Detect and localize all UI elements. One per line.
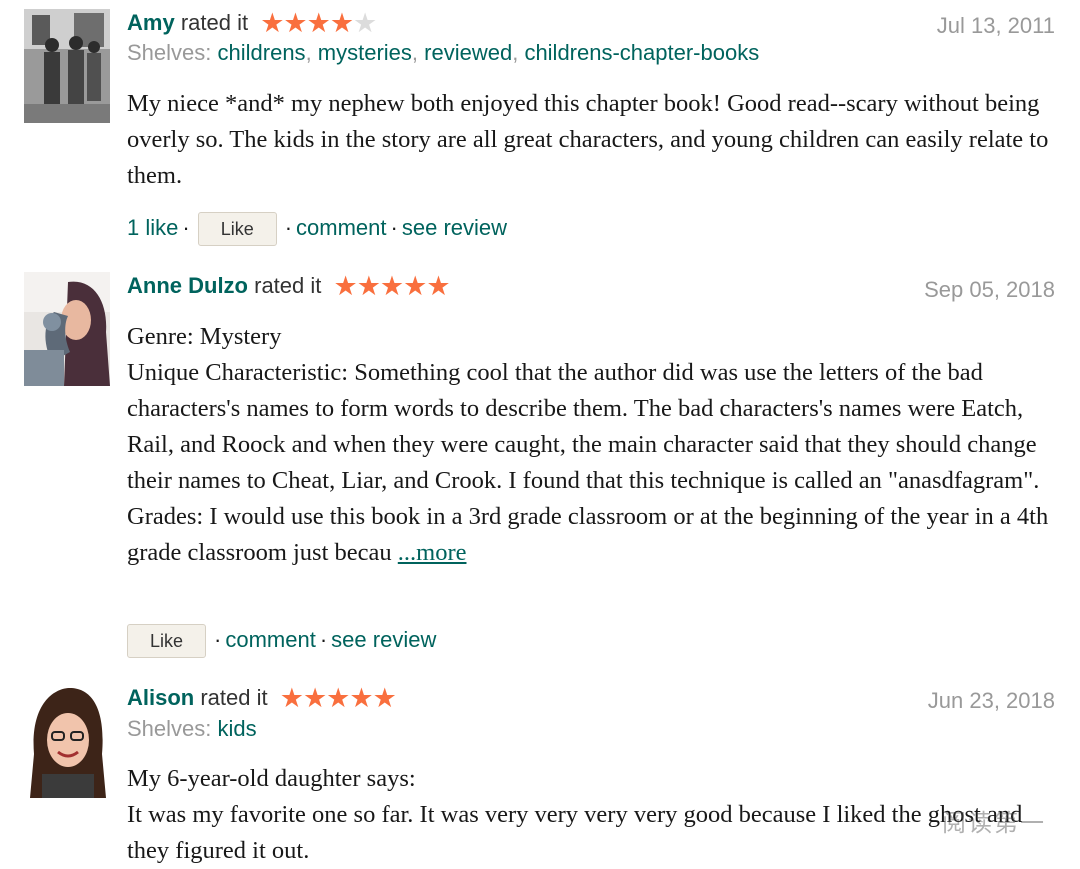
shelves-label: Shelves: (127, 40, 212, 65)
review-actions: Like · comment · see review (127, 623, 436, 659)
review-2: Anne Dulzo rated it ★★★★★ Sep 05, 2018 G… (0, 262, 1080, 672)
avatar[interactable] (24, 684, 110, 798)
see-review-link[interactable]: see review (331, 627, 436, 652)
review-3: Alison rated it ★★★★★ Jun 23, 2018 Shelv… (0, 674, 1080, 868)
reviewer-name[interactable]: Alison (127, 685, 194, 710)
see-review-link[interactable]: see review (402, 215, 507, 240)
avatar[interactable] (24, 9, 110, 123)
separator: · (284, 215, 293, 240)
review-paragraph: Genre: Mystery (127, 323, 282, 350)
rated-text: rated it (200, 685, 268, 710)
review-paragraph: My niece *and* my nephew both enjoyed th… (127, 90, 1049, 189)
watermark: 阅读第一 (942, 810, 1046, 837)
review-date[interactable]: Jul 13, 2011 (937, 12, 1055, 40)
review-1: Amy rated it ★★★★★ Jul 13, 2011 Shelves:… (0, 0, 1080, 260)
shelf-link[interactable]: mysteries (318, 40, 412, 65)
like-button[interactable]: Like (127, 624, 207, 659)
separator: · (390, 215, 398, 240)
review-text: Genre: Mystery Unique Characteristic: So… (127, 319, 1062, 571)
shelves: Shelves: childrens, mysteries, reviewed,… (127, 40, 760, 65)
review-paragraph: Unique Characteristic: Something cool th… (127, 359, 1040, 494)
review-text: My niece *and* my nephew both enjoyed th… (127, 86, 1062, 194)
shelf-link[interactable]: reviewed (424, 40, 512, 65)
shelf-link[interactable]: childrens-chapter-books (524, 40, 759, 65)
shelf-link[interactable]: kids (218, 716, 257, 741)
review-date[interactable]: Jun 23, 2018 (928, 687, 1055, 715)
stars-filled: ★★★★★ (333, 271, 451, 301)
separator: · (214, 627, 222, 652)
review-header: Alison rated it ★★★★★ (127, 683, 397, 713)
star-rating: ★★★★★ (333, 271, 451, 301)
rated-text: rated it (180, 10, 249, 35)
review-header: Amy rated it ★★★★★ (127, 8, 377, 38)
shelves-label: Shelves: (127, 716, 212, 741)
like-button[interactable]: Like (197, 212, 277, 247)
star-rating: ★★★★★ (260, 8, 377, 38)
shelves: Shelves: kids (127, 715, 257, 743)
review-text: My 6-year-old daughter says: It was my f… (127, 761, 1062, 869)
star-rating: ★★★★★ (279, 683, 397, 713)
shelf-link[interactable]: childrens (218, 40, 306, 65)
review-actions: 1 like · Like · comment · see review (127, 211, 507, 247)
stars-empty: ★ (353, 8, 377, 38)
rated-text: rated it (254, 273, 322, 298)
review-paragraph-text: Grades: I would use this book in a 3rd g… (127, 503, 1049, 566)
comment-link[interactable]: comment (296, 215, 386, 240)
review-date[interactable]: Sep 05, 2018 (924, 276, 1055, 304)
review-paragraph: My 6-year-old daughter says: (127, 765, 416, 792)
stars-filled: ★★★★ (260, 8, 354, 38)
stars-filled: ★★★★★ (279, 683, 397, 713)
separator: · (182, 215, 190, 240)
review-paragraph: It was my favorite one so far. It was ve… (127, 801, 1023, 864)
review-paragraph: Grades: I would use this book in a 3rd g… (127, 499, 1062, 571)
reviewer-name[interactable]: Anne Dulzo (127, 273, 248, 298)
review-header: Anne Dulzo rated it ★★★★★ (127, 271, 451, 301)
comment-link[interactable]: comment (225, 627, 315, 652)
separator: · (319, 627, 328, 652)
reviewer-name[interactable]: Amy (127, 10, 175, 35)
more-link[interactable]: ...more (398, 539, 467, 566)
like-count[interactable]: 1 like (127, 215, 178, 240)
avatar[interactable] (24, 272, 110, 386)
